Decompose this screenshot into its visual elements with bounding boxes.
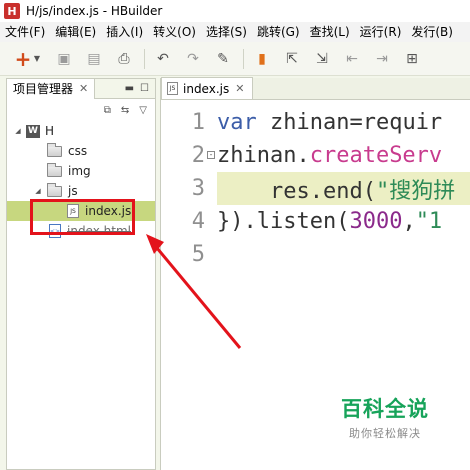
format-icon[interactable]: ✎ [211,47,235,71]
view-menu-icon[interactable]: ▽ [139,105,147,116]
hbuilder-logo-icon: H [4,3,20,19]
fold-toggle-icon[interactable]: - [207,151,215,159]
code-line-current: 3 res.end("搜狗拼 [161,172,470,205]
link-editor-icon[interactable]: ⇆ [121,105,129,116]
line-number: 4 [191,209,205,234]
export-icon[interactable]: ⇱ [280,47,304,71]
tab-project-manager-label: 项目管理器 [13,82,74,96]
hbuilder-window: H H/js/index.js - HBuilder 文件(F) 编辑(E) 插… [0,0,470,470]
panel-controls: ▬ ☐ [125,83,155,94]
bookmark-icon[interactable]: ▮ [250,47,274,71]
menu-file[interactable]: 文件(F) [0,22,50,42]
minimize-icon[interactable]: ▬ [125,83,134,94]
code-text: }).listen(3000,"1 [217,209,443,234]
folder-icon [47,142,62,157]
tree-item-project[interactable]: ◢ W H [7,121,155,141]
code-area[interactable]: 1 var zhinan=requir 2 - zhinan.createSer… [161,106,470,271]
tree-item-css[interactable]: css [7,141,155,161]
collapse-all-icon[interactable]: ⧉ [104,105,111,116]
tree-item-js[interactable]: ◢ js [7,181,155,201]
line-number: 1 [191,110,205,135]
menu-goto[interactable]: 跳转(G) [252,22,305,42]
new-dropdown-icon[interactable]: ▼ [32,47,42,71]
menu-select[interactable]: 选择(S) [201,22,252,42]
toolbar: + ▼ ▣ ▤ ⎙ ↶ ↷ ✎ ▮ ⇱ ⇲ ⇤ ⇥ ⊞ [0,42,470,76]
code-line: 5 [161,238,470,271]
maximize-icon[interactable]: ☐ [140,83,149,94]
panel-tools: ⧉ ⇆ ▽ [7,99,155,121]
menu-run[interactable]: 运行(R) [355,22,407,42]
folder-icon [47,182,62,197]
tab-project-manager[interactable]: 项目管理器 ✕ [7,78,96,99]
menu-publish[interactable]: 发行(B) [406,22,458,42]
import-icon[interactable]: ⇲ [310,47,334,71]
code-line: 4 }).listen(3000,"1 [161,205,470,238]
project-manager-panel: 项目管理器 ✕ ▬ ☐ ⧉ ⇆ ▽ ◢ W H css img ◢ js JS … [6,78,156,470]
code-text: res.end("搜狗拼 [217,178,456,204]
collapse-arrow-icon[interactable]: ◢ [33,187,43,195]
menu-escape[interactable]: 转义(O) [148,22,201,42]
next-icon[interactable]: ⇥ [370,47,394,71]
editor-tab-label: index.js [183,81,230,96]
new-icon[interactable]: + [14,47,32,71]
print-icon[interactable]: ⎙ [112,47,136,71]
watermark-title: 百科全说 [341,397,429,421]
tree-item-label: H [45,124,55,138]
redo-icon[interactable]: ↷ [181,47,205,71]
toolbar-divider [243,48,244,69]
line-number: 2 [191,143,205,168]
editor-tab-bar: JS index.js ✕ [161,77,470,100]
js-file-icon: JS [167,82,178,95]
web-project-icon: W [26,124,40,138]
watermark: 百科全说 助你轻松解决 [322,386,448,448]
tree-item-label: css [68,144,88,158]
line-number: 3 [191,176,205,201]
run-icon[interactable]: ⊞ [400,47,424,71]
save-icon[interactable]: ▣ [52,47,76,71]
undo-icon[interactable]: ↶ [151,47,175,71]
code-text: zhinan.createServ [217,143,443,168]
toolbar-divider [144,48,145,69]
close-icon[interactable]: ✕ [79,82,88,95]
save-all-icon[interactable]: ▤ [82,47,106,71]
menu-insert[interactable]: 插入(I) [101,22,148,42]
close-icon[interactable]: ✕ [235,82,244,95]
prev-icon[interactable]: ⇤ [340,47,364,71]
annotation-highlight-box [30,199,135,235]
line-number: 5 [191,242,205,267]
collapse-arrow-icon[interactable]: ◢ [13,127,23,135]
code-line: 2 - zhinan.createServ [161,139,470,172]
title-bar: H H/js/index.js - HBuilder [0,0,470,22]
panel-tab-bar: 项目管理器 ✕ ▬ ☐ [7,78,155,99]
folder-icon [47,162,62,177]
code-text: var zhinan=requir [217,110,443,135]
menu-bar: 文件(F) 编辑(E) 插入(I) 转义(O) 选择(S) 跳转(G) 查找(L… [0,22,470,42]
code-line: 1 var zhinan=requir [161,106,470,139]
menu-find[interactable]: 查找(L) [305,22,355,42]
tree-item-img[interactable]: img [7,161,155,181]
menu-edit[interactable]: 编辑(E) [50,22,101,42]
tree-item-label: img [68,164,91,178]
window-title: H/js/index.js - HBuilder [26,4,163,18]
watermark-subtitle: 助你轻松解决 [349,427,421,440]
tree-item-label: js [68,184,78,198]
tab-index-js[interactable]: JS index.js ✕ [161,77,254,99]
